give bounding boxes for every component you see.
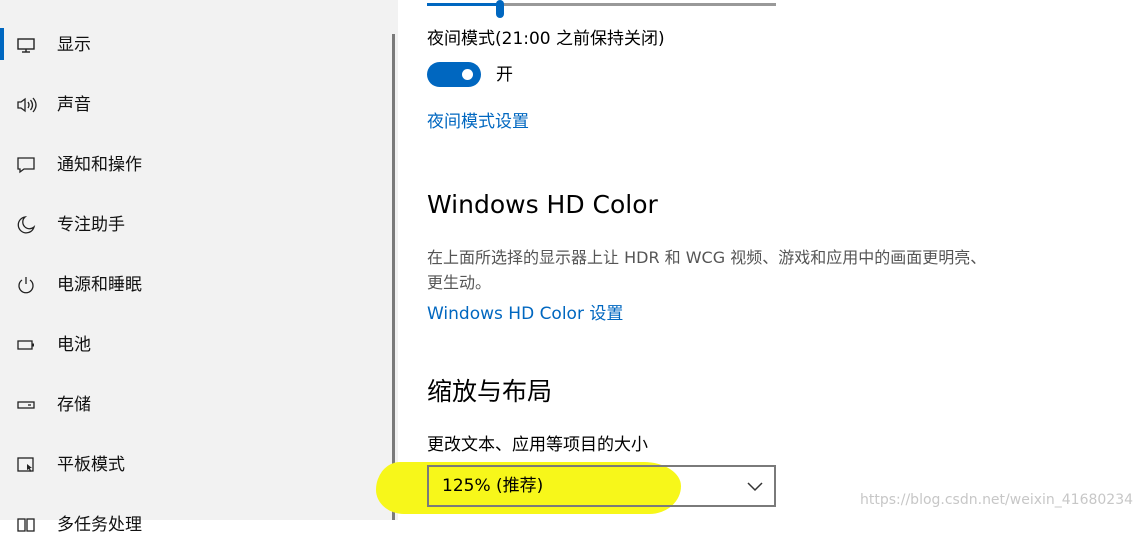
power-icon [15, 274, 37, 296]
sidebar-item-battery[interactable]: 电池 [0, 325, 390, 365]
sidebar-item-storage[interactable]: 存储 [0, 385, 390, 425]
brightness-slider-thumb[interactable] [496, 0, 504, 18]
text-size-label: 更改文本、应用等项目的大小 [427, 435, 648, 455]
scale-dropdown[interactable]: 125% (推荐) [427, 465, 776, 507]
multitask-icon [15, 514, 37, 536]
notification-icon [15, 154, 37, 176]
hd-color-heading: Windows HD Color [427, 190, 658, 219]
sidebar-item-label: 声音 [57, 95, 91, 115]
scale-layout-heading: 缩放与布局 [427, 377, 553, 406]
sidebar-item-power-sleep[interactable]: 电源和睡眠 [0, 265, 390, 305]
display-settings-panel: 夜间模式(21:00 之前保持关闭) 开 夜间模式设置 Windows HD C… [376, 0, 1142, 520]
moon-icon [15, 214, 37, 236]
sidebar-item-label: 电池 [57, 335, 91, 355]
sidebar-item-label: 电源和睡眠 [57, 275, 142, 295]
tablet-icon [15, 454, 37, 476]
night-mode-settings-link[interactable]: 夜间模式设置 [427, 111, 529, 133]
toggle-state-label: 开 [496, 65, 513, 85]
sidebar-item-multitasking[interactable]: 多任务处理 [0, 505, 390, 545]
scale-dropdown-value: 125% (推荐) [442, 476, 544, 496]
sidebar-item-label: 通知和操作 [57, 155, 142, 175]
battery-icon [15, 334, 37, 356]
hd-color-settings-link[interactable]: Windows HD Color 设置 [427, 303, 623, 325]
sidebar-item-display[interactable]: 显示 [0, 25, 390, 65]
sidebar-item-label: 显示 [57, 35, 91, 55]
sidebar-item-label: 存储 [57, 395, 91, 415]
sidebar-item-notifications[interactable]: 通知和操作 [0, 145, 390, 185]
storage-icon [15, 394, 37, 416]
speaker-icon [15, 94, 37, 116]
settings-sidebar: 显示 声音 通知和操作 专注助手 电源和睡眠 电池 存储 平板模式 多任务处理 [0, 0, 398, 535]
chevron-down-icon [746, 477, 764, 495]
sidebar-item-tablet-mode[interactable]: 平板模式 [0, 445, 390, 485]
sidebar-item-sound[interactable]: 声音 [0, 85, 390, 125]
sidebar-scrollbar[interactable] [392, 34, 395, 520]
watermark: https://blog.csdn.net/weixin_41680234 [860, 492, 1134, 508]
hd-color-description: 在上面所选择的显示器上让 HDR 和 WCG 视频、游戏和应用中的画面更明亮、更… [427, 248, 987, 292]
monitor-icon [15, 34, 37, 56]
night-mode-label: 夜间模式(21:00 之前保持关闭) [427, 29, 665, 49]
sidebar-item-focus-assist[interactable]: 专注助手 [0, 205, 390, 245]
brightness-slider-fill [427, 3, 500, 6]
sidebar-item-label: 多任务处理 [57, 515, 142, 535]
sidebar-item-label: 专注助手 [57, 215, 125, 235]
night-mode-toggle[interactable] [427, 62, 481, 87]
sidebar-item-label: 平板模式 [57, 455, 125, 475]
toggle-knob [462, 69, 473, 80]
